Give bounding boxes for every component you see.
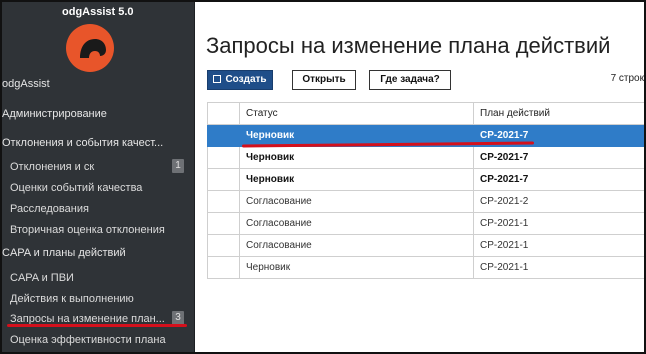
sidebar: odgAssist 5.0 odgAssist Администрировани… [2, 2, 195, 352]
column-header-plan[interactable]: План действий [473, 102, 644, 125]
record-count: 7 строк [610, 73, 644, 84]
table-row[interactable]: Согласование CP-2021-1 [207, 212, 644, 235]
change-requests-count-badge: 3 [172, 311, 184, 325]
table-row[interactable]: Согласование CP-2021-1 [207, 234, 644, 257]
table-row[interactable]: Черновик CP-2021-7 [207, 168, 644, 191]
status-cell: Черновик [239, 146, 474, 169]
sidebar-item-deviations-group[interactable]: Отклонения и события качест... [2, 133, 163, 153]
window-frame: odgAssist 5.0 odgAssist Администрировани… [0, 0, 646, 354]
where-task-button[interactable]: Где задача? [369, 70, 451, 90]
row-selector[interactable] [207, 190, 240, 213]
app-logo-icon [66, 24, 114, 72]
plan-cell: CP-2021-1 [473, 256, 644, 279]
sidebar-item-secondary-assessment[interactable]: Вторичная оценка отклонения [10, 220, 165, 240]
new-document-icon [213, 75, 222, 83]
status-cell: Согласование [239, 190, 474, 213]
row-selector[interactable] [207, 146, 240, 169]
sidebar-item-administration[interactable]: Администрирование [2, 104, 107, 124]
app-brand: odgAssist 5.0 [62, 6, 134, 18]
sidebar-item-capa[interactable]: CAPA и ПВИ [10, 268, 74, 288]
table-row[interactable]: Согласование CP-2021-2 [207, 190, 644, 213]
create-button[interactable]: Создать [207, 70, 273, 90]
sidebar-item-home[interactable]: odgAssist [2, 74, 50, 94]
table-row[interactable]: Черновик CP-2021-1 [207, 256, 644, 279]
main-content: Запросы на изменение плана действий Созд… [195, 2, 644, 352]
row-selector[interactable] [207, 234, 240, 257]
highlight-underline [7, 324, 187, 327]
sidebar-item-capa-group[interactable]: CAPA и планы действий [2, 243, 126, 263]
row-selector-header [207, 102, 240, 125]
requests-table: Статус План действий Черновик CP-2021-7 … [207, 102, 644, 279]
plan-cell: CP-2021-1 [473, 212, 644, 235]
plan-cell: CP-2021-7 [473, 168, 644, 191]
status-cell: Черновик [239, 168, 474, 191]
open-button[interactable]: Открыть [292, 70, 356, 90]
table-header-row: Статус План действий [207, 102, 644, 125]
plan-cell: CP-2021-7 [473, 146, 644, 169]
plan-cell: CP-2021-1 [473, 234, 644, 257]
column-header-status[interactable]: Статус [239, 102, 474, 125]
table-row[interactable]: Черновик CP-2021-7 [207, 146, 644, 169]
sidebar-item-deviations[interactable]: Отклонения и ск [10, 157, 94, 177]
status-cell: Согласование [239, 234, 474, 257]
sidebar-item-investigations[interactable]: Расследования [10, 199, 89, 219]
row-selector[interactable] [207, 212, 240, 235]
row-selector[interactable] [207, 256, 240, 279]
status-cell: Согласование [239, 212, 474, 235]
sidebar-item-quality-event-assessments[interactable]: Оценки событий качества [10, 178, 142, 198]
sidebar-item-actions-to-do[interactable]: Действия к выполнению [10, 289, 134, 309]
row-selector[interactable] [207, 168, 240, 191]
deviations-count-badge: 1 [172, 159, 184, 173]
page-title: Запросы на изменение плана действий [206, 33, 611, 58]
status-cell: Черновик [239, 256, 474, 279]
plan-cell: CP-2021-2 [473, 190, 644, 213]
row-selector[interactable] [207, 124, 240, 147]
sidebar-item-plan-effectiveness[interactable]: Оценка эффективности плана [10, 330, 166, 350]
